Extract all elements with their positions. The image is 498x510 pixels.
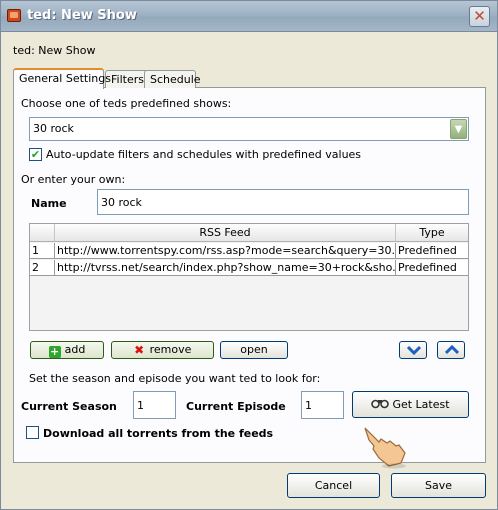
close-icon: ✕ bbox=[473, 7, 486, 25]
name-field-value: 30 rock bbox=[101, 196, 142, 209]
auto-update-label: Auto-update filters and schedules with p… bbox=[46, 148, 362, 161]
current-episode-label: Current Episode bbox=[186, 400, 286, 413]
episode-prompt: Set the season and episode you want ted … bbox=[29, 372, 321, 385]
open-feed-button[interactable]: open bbox=[220, 341, 288, 359]
predefined-prompt: Choose one of teds predefined shows: bbox=[21, 97, 232, 110]
rss-feed-table: RSS Feed Type 1 http://www.torrentspy.co… bbox=[29, 223, 469, 331]
app-icon bbox=[7, 9, 21, 22]
tab-general-settings[interactable]: General Settings bbox=[13, 68, 111, 89]
get-latest-label: Get Latest bbox=[392, 398, 450, 411]
predefined-show-select[interactable]: 30 rock ▼ bbox=[29, 117, 469, 141]
hand-pointer-icon bbox=[364, 427, 406, 469]
download-all-checkbox[interactable] bbox=[26, 426, 39, 439]
auto-update-checkbox[interactable]: ✔ bbox=[29, 148, 42, 161]
remove-feed-label: remove bbox=[149, 343, 192, 356]
chevron-down-icon bbox=[407, 345, 421, 355]
column-header-type[interactable]: Type bbox=[396, 224, 468, 242]
get-latest-button[interactable]: Get Latest bbox=[352, 391, 469, 418]
close-button[interactable]: ✕ bbox=[469, 6, 490, 27]
current-season-field[interactable]: 1 bbox=[133, 391, 176, 419]
column-header-rss-feed[interactable]: RSS Feed bbox=[55, 224, 396, 242]
add-feed-button[interactable]: + add bbox=[30, 341, 104, 359]
current-season-label: Current Season bbox=[21, 400, 117, 413]
row-url: http://www.torrentspy.com/rss.asp?mode=s… bbox=[57, 243, 396, 259]
cancel-button[interactable]: Cancel bbox=[287, 473, 380, 498]
binoculars-icon bbox=[371, 399, 390, 409]
current-season-value: 1 bbox=[137, 399, 144, 412]
current-episode-field[interactable]: 1 bbox=[301, 391, 344, 419]
row-url: http://tvrss.net/search/index.php?show_n… bbox=[57, 260, 396, 276]
download-all-label: Download all torrents from the feeds bbox=[43, 427, 274, 440]
chevron-up-icon bbox=[445, 345, 459, 355]
predefined-show-value: 30 rock bbox=[33, 122, 74, 135]
delete-icon: ✖ bbox=[134, 343, 145, 357]
move-up-button[interactable] bbox=[437, 341, 465, 359]
custom-prompt: Or enter your own: bbox=[21, 173, 126, 186]
table-row[interactable]: 2 http://tvrss.net/search/index.php?show… bbox=[30, 260, 468, 276]
column-header-number bbox=[30, 224, 55, 242]
row-type: Predefined bbox=[398, 261, 457, 274]
row-type: Predefined bbox=[398, 244, 457, 257]
row-number: 2 bbox=[30, 260, 55, 276]
remove-feed-button[interactable]: ✖ remove bbox=[111, 341, 214, 359]
title-bar[interactable]: ted: New Show ✕ bbox=[1, 1, 497, 32]
table-row[interactable]: 1 http://www.torrentspy.com/rss.asp?mode… bbox=[30, 243, 468, 259]
name-label: Name bbox=[31, 197, 67, 210]
plus-icon: + bbox=[48, 345, 61, 358]
dialog-window: ted: New Show ✕ ted: New Show General Se… bbox=[0, 0, 498, 510]
tab-schedule[interactable]: Schedule bbox=[144, 70, 201, 88]
window-title: ted: New Show bbox=[27, 8, 137, 23]
dialog-heading: ted: New Show bbox=[13, 44, 96, 57]
move-down-button[interactable] bbox=[399, 341, 427, 359]
name-field[interactable]: 30 rock bbox=[97, 189, 469, 215]
chevron-down-icon[interactable]: ▼ bbox=[450, 119, 467, 139]
add-feed-label: add bbox=[64, 343, 86, 356]
current-episode-value: 1 bbox=[305, 399, 312, 412]
row-number: 1 bbox=[30, 243, 55, 259]
save-button[interactable]: Save bbox=[391, 473, 486, 498]
